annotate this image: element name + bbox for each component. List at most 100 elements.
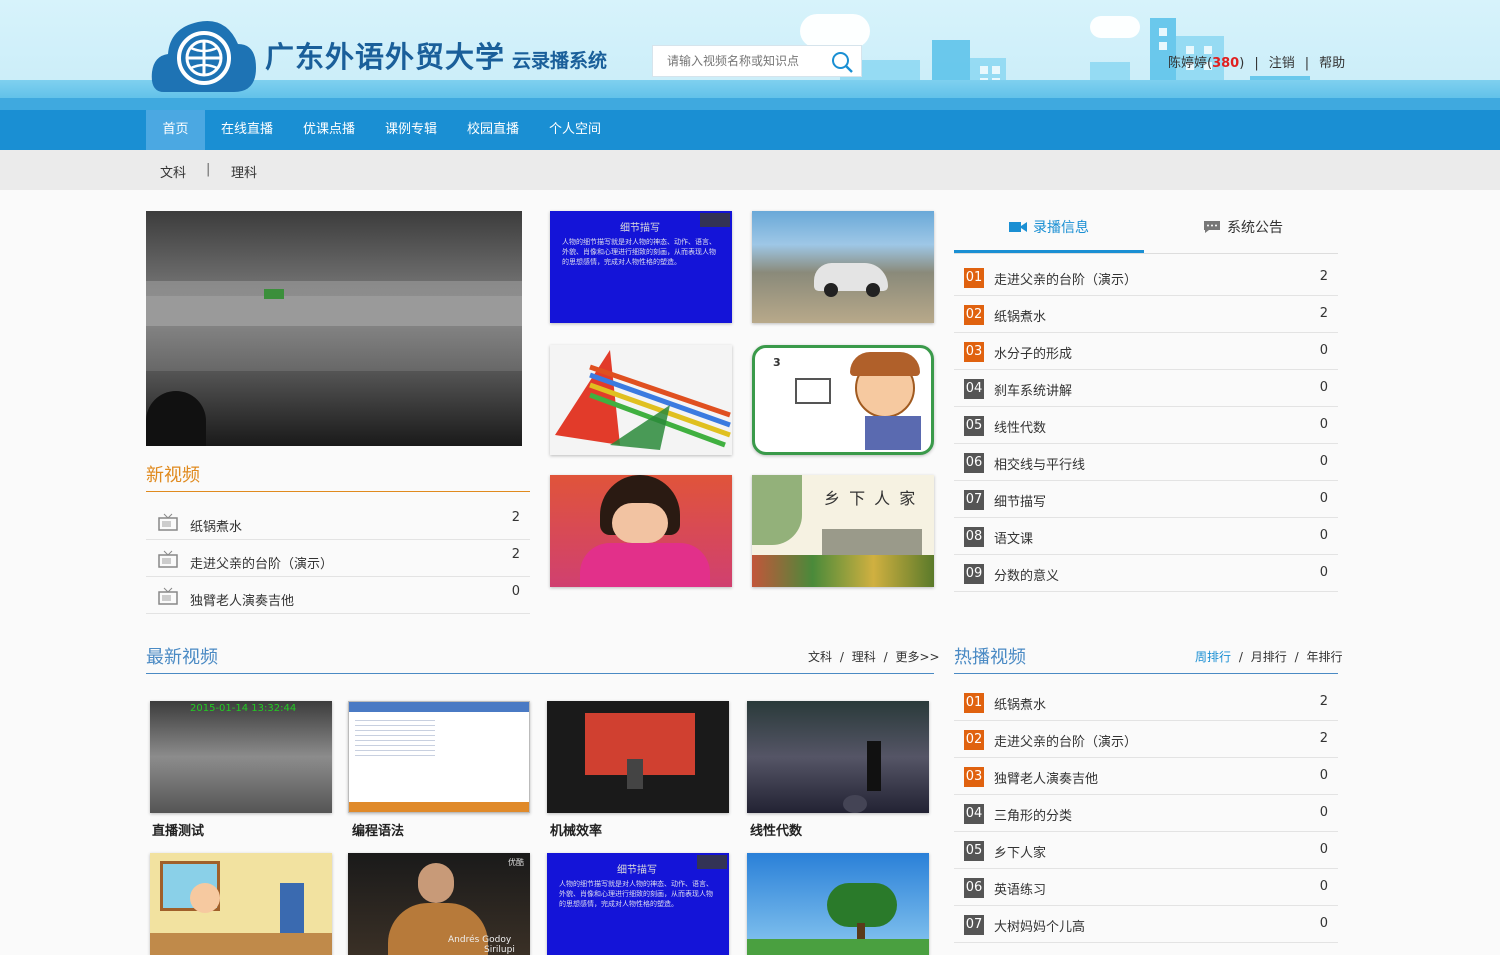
hot-month-ranking[interactable]: 月排行 <box>1251 650 1287 664</box>
ranking-row[interactable]: 05 线性代数 0 <box>954 407 1338 444</box>
video-title: 水分子的形成 <box>994 347 1073 362</box>
ranking-row[interactable]: 03 水分子的形成 0 <box>954 333 1338 370</box>
rank-number: 02 <box>964 305 984 325</box>
video-thumb[interactable]: 细节描写 人物的细节描写就是对人物的神态、动作、语言、外貌、肖像和心理进行细致的… <box>547 853 729 955</box>
ranking-row[interactable]: 07 细节描写 0 <box>954 481 1338 518</box>
hot-week-ranking[interactable]: 周排行 <box>1195 650 1231 664</box>
video-title: 纸锅煮水 <box>994 310 1047 325</box>
view-count: 0 <box>1319 768 1328 783</box>
video-thumb[interactable] <box>348 701 530 813</box>
video-thumb[interactable]: 2015-01-14 13:32:44 <box>150 701 332 813</box>
video-thumb[interactable]: 优酷 Andrés Godoy Sirilupi <box>348 853 530 955</box>
video-title: 大树妈妈个儿高 <box>994 920 1086 935</box>
ranking-row[interactable]: 06 相交线与平行线 0 <box>954 444 1338 481</box>
ranking-row[interactable]: 07 大树妈妈个儿高 0 <box>954 906 1338 943</box>
hot-year-ranking[interactable]: 年排行 <box>1306 650 1342 664</box>
nav-vod[interactable]: 优课点播 <box>294 110 364 150</box>
video-title: 相交线与平行线 <box>994 458 1086 473</box>
nav-home[interactable]: 首页 <box>146 110 205 150</box>
view-count: 0 <box>1319 380 1328 395</box>
user-points: 380 <box>1212 56 1240 71</box>
ranking-row[interactable]: 02 纸锅煮水 2 <box>954 296 1338 333</box>
thumb-car[interactable] <box>752 211 934 323</box>
video-title: 分数的意义 <box>994 569 1060 584</box>
video-camera-icon <box>1009 222 1027 232</box>
video-thumb[interactable] <box>150 853 332 955</box>
thumb-slide[interactable]: 细节描写 人物的细节描写就是对人物的神态、动作、语言、外貌、肖像和心理进行细致的… <box>550 211 732 323</box>
ranking-row[interactable]: 05 乡下人家 0 <box>954 832 1338 869</box>
view-count: 2 <box>1319 306 1328 321</box>
search-input[interactable] <box>653 46 825 76</box>
video-thumb[interactable] <box>547 701 729 813</box>
latest-links: 文科 / 理科 / 更多>> <box>808 650 940 664</box>
help-link[interactable]: 帮助 <box>1319 56 1345 71</box>
video-title[interactable]: 编程语法 <box>352 820 404 839</box>
ranking-row[interactable]: 01 纸锅煮水 2 <box>954 684 1338 721</box>
video-thumb[interactable] <box>747 853 929 955</box>
rank-number: 07 <box>964 915 984 935</box>
video-title: 走进父亲的台阶（演示） <box>190 557 334 572</box>
view-count: 0 <box>1319 491 1328 506</box>
video-thumb[interactable] <box>747 701 929 813</box>
user-name[interactable]: 陈婷婷 <box>1168 56 1207 71</box>
video-title: 三角形的分类 <box>994 809 1073 824</box>
list-item[interactable]: 纸锅煮水 2 <box>146 503 530 540</box>
thumb-girl[interactable] <box>550 475 732 587</box>
video-title: 英语练习 <box>994 883 1047 898</box>
ranking-row[interactable]: 09 分数的意义 0 <box>954 555 1338 592</box>
subnav-science[interactable]: 理科 <box>231 162 257 181</box>
search-box <box>652 45 862 77</box>
university-logo-icon[interactable] <box>150 14 256 92</box>
video-title: 细节描写 <box>994 495 1047 510</box>
ranking-row[interactable]: 03 独臂老人演奏吉他 0 <box>954 758 1338 795</box>
thumb-stationery[interactable] <box>550 345 732 455</box>
list-item[interactable]: 走进父亲的台阶（演示） 2 <box>146 540 530 577</box>
view-count: 0 <box>1319 916 1328 931</box>
thumb-village[interactable]: 乡 下 人 家 <box>752 475 934 587</box>
search-icon[interactable] <box>831 51 853 73</box>
video-title[interactable]: 机械效率 <box>550 820 602 839</box>
rank-number: 08 <box>964 527 984 547</box>
nav-live[interactable]: 在线直播 <box>212 110 282 150</box>
video-title: 纸锅煮水 <box>190 520 243 535</box>
latest-link-liberal[interactable]: 文科 <box>808 650 832 664</box>
view-count: 0 <box>1319 842 1328 857</box>
video-title: 刹车系统讲解 <box>994 384 1073 399</box>
featured-video[interactable] <box>146 211 522 446</box>
rank-number: 05 <box>964 841 984 861</box>
ranking-row[interactable]: 02 走进父亲的台阶（演示） 2 <box>954 721 1338 758</box>
thumb-cartoon[interactable]: 3 <box>752 345 934 455</box>
video-title[interactable]: 线性代数 <box>750 820 802 839</box>
logout-link[interactable]: 注销 <box>1269 56 1295 71</box>
ranking-row[interactable]: 04 刹车系统讲解 0 <box>954 370 1338 407</box>
latest-link-more[interactable]: 更多>> <box>895 650 939 664</box>
latest-link-science[interactable]: 理科 <box>852 650 876 664</box>
ranking-row[interactable]: 08 语文课 0 <box>954 518 1338 555</box>
view-count: 0 <box>1319 565 1328 580</box>
rank-number: 04 <box>964 804 984 824</box>
sub-nav: 文科 | 理科 <box>0 150 1500 190</box>
view-count: 2 <box>1319 731 1328 746</box>
video-title: 纸锅煮水 <box>994 698 1047 713</box>
list-item[interactable]: 独臂老人演奏吉他 0 <box>146 577 530 614</box>
hot-links: 周排行 / 月排行 / 年排行 <box>1195 650 1343 664</box>
nav-albums[interactable]: 课例专辑 <box>376 110 446 150</box>
rank-number: 09 <box>964 564 984 584</box>
tab-recording-info[interactable]: 录播信息 <box>954 211 1144 253</box>
latest-videos-title: 最新视频 <box>146 647 218 668</box>
view-count: 2 <box>1319 269 1328 284</box>
ranking-row[interactable]: 04 三角形的分类 0 <box>954 795 1338 832</box>
user-bar: 陈婷婷(380) | 注销 | 帮助 <box>1168 56 1346 71</box>
subnav-liberal-arts[interactable]: 文科 <box>160 162 186 181</box>
main-nav: 首页 在线直播 优课点播 课例专辑 校园直播 个人空间 <box>0 110 1500 150</box>
nav-campus-live[interactable]: 校园直播 <box>458 110 528 150</box>
chat-bubble-icon <box>1204 221 1220 233</box>
rank-number: 01 <box>964 693 984 713</box>
video-title: 走进父亲的台阶（演示） <box>994 273 1138 288</box>
ranking-row[interactable]: 06 英语练习 0 <box>954 869 1338 906</box>
nav-personal-space[interactable]: 个人空间 <box>540 110 610 150</box>
ranking-row[interactable]: 01 走进父亲的台阶（演示） 2 <box>954 259 1338 296</box>
tab-announcement[interactable]: 系统公告 <box>1148 211 1338 253</box>
video-title[interactable]: 直播测试 <box>152 820 204 839</box>
view-count: 2 <box>1319 694 1328 709</box>
